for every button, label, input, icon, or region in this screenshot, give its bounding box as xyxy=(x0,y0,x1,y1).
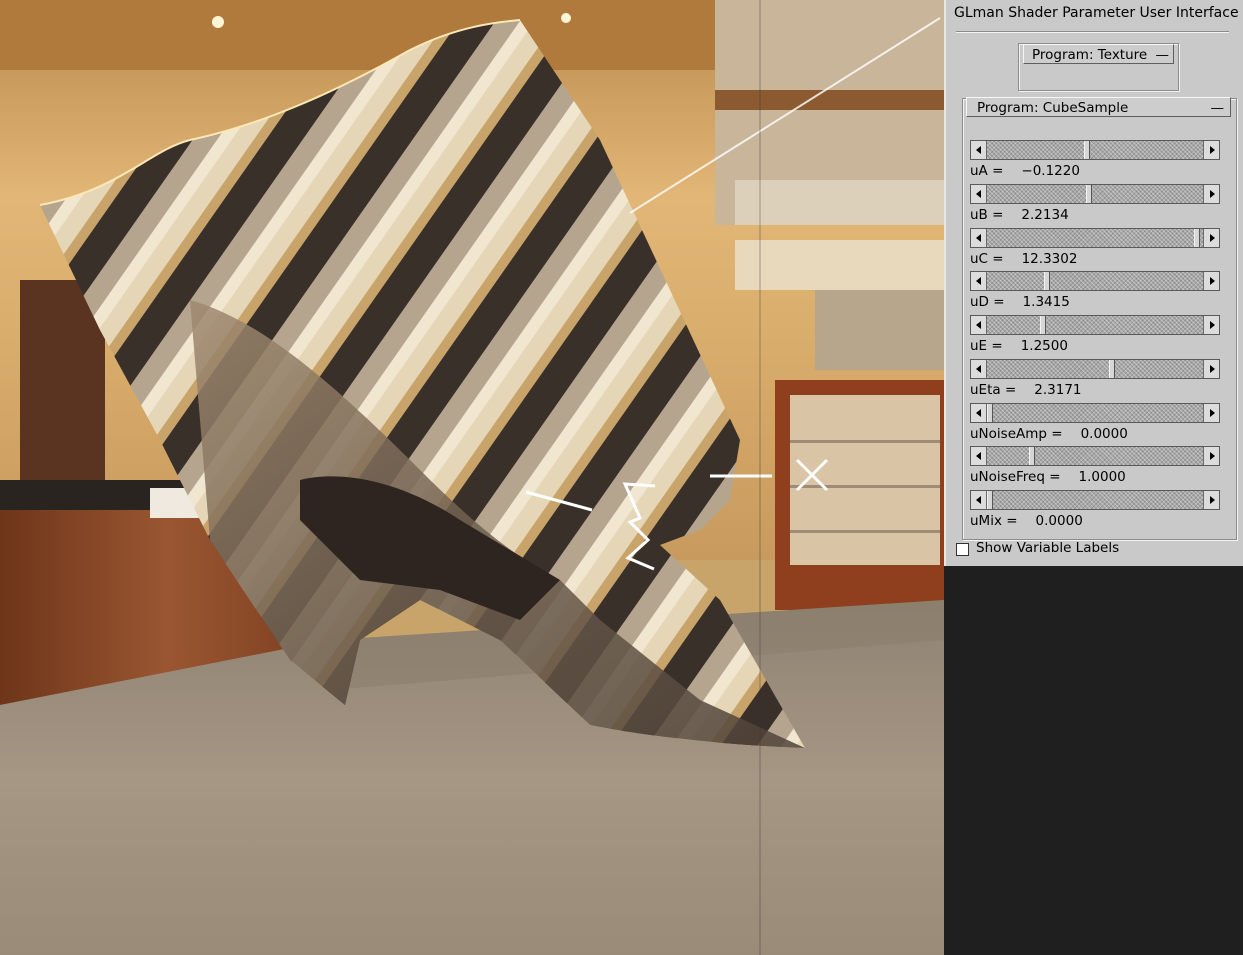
slider-right-arrow-icon[interactable] xyxy=(1203,141,1219,159)
variable-readout: uNoiseAmp = 0.0000 xyxy=(970,426,1128,442)
slider-thumb[interactable] xyxy=(1108,360,1115,378)
variable-name: uNoiseFreq = xyxy=(970,469,1061,485)
variable-name: uNoiseAmp = xyxy=(970,426,1063,442)
slider-thumb[interactable] xyxy=(987,491,993,509)
scene-render xyxy=(0,0,944,955)
slider-right-arrow-icon[interactable] xyxy=(1203,360,1219,378)
slider-right-arrow-icon[interactable] xyxy=(1203,404,1219,422)
show-variable-labels-label: Show Variable Labels xyxy=(976,540,1120,556)
cubesample-rollout-button[interactable]: Program: CubeSample — xyxy=(966,97,1231,117)
variable-name: uB = xyxy=(970,207,1004,223)
collapse-icon: — xyxy=(1210,100,1225,116)
variable-value: −0.1220 xyxy=(1021,163,1080,179)
slider-left-arrow-icon[interactable] xyxy=(971,491,987,509)
slider-thumb[interactable] xyxy=(1083,141,1090,159)
variable-name: uMix = xyxy=(970,513,1018,529)
slider-thumb[interactable] xyxy=(1029,447,1035,465)
slider[interactable] xyxy=(970,490,1220,510)
render-viewport[interactable] xyxy=(0,0,944,955)
title-divider xyxy=(956,31,1229,33)
slider-thumb[interactable] xyxy=(1193,229,1200,247)
variable-value: 12.3302 xyxy=(1021,251,1078,267)
panel-empty-area xyxy=(944,566,1243,955)
slider[interactable] xyxy=(970,140,1220,160)
texture-rollout-button[interactable]: Program: Texture — xyxy=(1023,44,1174,64)
slider-left-arrow-icon[interactable] xyxy=(971,360,987,378)
slider-right-arrow-icon[interactable] xyxy=(1203,316,1219,334)
slider-left-arrow-icon[interactable] xyxy=(971,316,987,334)
slider[interactable] xyxy=(970,403,1220,423)
slider-left-arrow-icon[interactable] xyxy=(971,272,987,290)
variable-name: uEta = xyxy=(970,382,1017,398)
variable-readout: uD = 1.3415 xyxy=(970,294,1070,310)
slider-right-arrow-icon[interactable] xyxy=(1203,272,1219,290)
slider-left-arrow-icon[interactable] xyxy=(971,141,987,159)
variable-readout: uNoiseFreq = 1.0000 xyxy=(970,469,1126,485)
panel-title: GLman Shader Parameter User Interface xyxy=(954,5,1239,21)
variable-readout: uA = −0.1220 xyxy=(970,163,1080,179)
slider[interactable] xyxy=(970,228,1220,248)
collapse-icon: — xyxy=(1155,47,1170,63)
slider-right-arrow-icon[interactable] xyxy=(1203,447,1219,465)
slider-left-arrow-icon[interactable] xyxy=(971,447,987,465)
variable-value: 2.2134 xyxy=(1021,207,1069,223)
slider[interactable] xyxy=(970,271,1220,291)
slider[interactable] xyxy=(970,184,1220,204)
variable-value: 2.3171 xyxy=(1034,382,1082,398)
variable-readout: uB = 2.2134 xyxy=(970,207,1069,223)
cubesample-rollout-label: Program: CubeSample xyxy=(977,100,1129,116)
show-variable-labels-checkbox[interactable] xyxy=(956,543,969,556)
variable-value: 0.0000 xyxy=(1080,426,1128,442)
slider-thumb[interactable] xyxy=(1085,185,1092,203)
variable-readout: uMix = 0.0000 xyxy=(970,513,1083,529)
texture-rollout-label: Program: Texture xyxy=(1032,47,1148,63)
slider-right-arrow-icon[interactable] xyxy=(1203,491,1219,509)
variable-readout: uEta = 2.3171 xyxy=(970,382,1082,398)
slider-left-arrow-icon[interactable] xyxy=(971,229,987,247)
slider-left-arrow-icon[interactable] xyxy=(971,404,987,422)
slider[interactable] xyxy=(970,446,1220,466)
slider-right-arrow-icon[interactable] xyxy=(1203,229,1219,247)
slider-right-arrow-icon[interactable] xyxy=(1203,185,1219,203)
slider-thumb[interactable] xyxy=(987,404,993,422)
variable-value: 1.0000 xyxy=(1078,469,1126,485)
variable-name: uE = xyxy=(970,338,1003,354)
variable-name: uD = xyxy=(970,294,1005,310)
variable-name: uA = xyxy=(970,163,1004,179)
slider-thumb[interactable] xyxy=(1043,272,1050,290)
variable-value: 0.0000 xyxy=(1035,513,1083,529)
variable-readout: uC = 12.3302 xyxy=(970,251,1077,267)
slider-thumb[interactable] xyxy=(1039,316,1046,334)
slider-left-arrow-icon[interactable] xyxy=(971,185,987,203)
variable-name: uC = xyxy=(970,251,1004,267)
slider[interactable] xyxy=(970,359,1220,379)
shader-parameter-panel: GLman Shader Parameter User Interface Pr… xyxy=(944,0,1243,566)
variable-readout: uE = 1.2500 xyxy=(970,338,1068,354)
variable-value: 1.3415 xyxy=(1022,294,1070,310)
variable-value: 1.2500 xyxy=(1020,338,1068,354)
slider[interactable] xyxy=(970,315,1220,335)
